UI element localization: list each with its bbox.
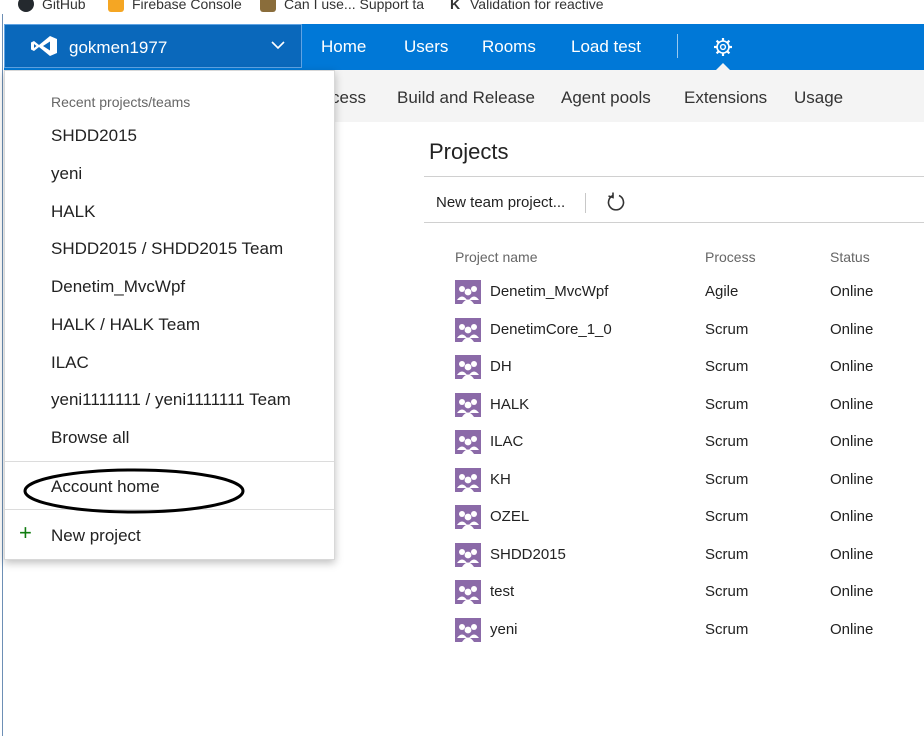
team-project-icon [455,580,481,604]
recent-item[interactable]: HALK / HALK Team [51,315,200,335]
project-process: Scrum [705,621,749,638]
visual-studio-icon [31,36,57,56]
subnav-build-and-release[interactable]: Build and Release [397,88,535,108]
refresh-icon[interactable] [605,191,627,213]
bookmark-label: Can I use... Support ta [284,0,425,12]
nav-home[interactable]: Home [321,37,366,57]
project-status: Online [830,621,874,638]
project-status: Online [830,396,874,413]
recent-item[interactable]: ILAC [51,353,89,373]
divider [424,222,924,223]
bookmark-github[interactable]: GitHub [18,0,86,14]
project-name-link[interactable]: KH [490,471,511,488]
page-title: Projects [429,139,509,164]
bookmark-label: Validation for reactive [470,0,604,12]
project-name-link[interactable]: ILAC [490,433,523,450]
project-process: Scrum [705,321,749,338]
project-process: Agile [705,283,739,300]
bookmarks-bar: GitHub Firebase Console Can I use... Sup… [0,0,924,14]
table-row[interactable]: yeni Scrum Online [0,618,924,655]
project-status: Online [830,471,874,488]
recent-item[interactable]: SHDD2015 [51,126,137,146]
caniuse-icon [260,0,276,12]
project-process: Scrum [705,396,749,413]
project-status: Online [830,283,874,300]
recent-item[interactable]: Denetim_MvcWpf [51,277,185,297]
nav-separator [677,34,678,58]
account-home-link[interactable]: Account home [51,477,160,497]
new-project-button[interactable]: New project [51,526,141,546]
account-name: gokmen1977 [69,38,168,57]
project-process: Scrum [705,546,749,563]
menu-separator [5,509,334,510]
nav-rooms[interactable]: Rooms [482,37,536,57]
project-status: Online [830,583,874,600]
project-status: Online [830,358,874,375]
subnav-process[interactable]: cess [331,88,366,108]
team-project-icon [455,430,481,454]
project-name-link[interactable]: DenetimCore_1_0 [490,321,612,338]
project-process: Scrum [705,358,749,375]
team-project-icon [455,355,481,379]
recent-item[interactable]: SHDD2015 / SHDD2015 Team [51,239,283,259]
k-icon: K [450,0,461,12]
firebase-icon [108,0,124,12]
team-project-icon [455,280,481,304]
project-name-link[interactable]: SHDD2015 [490,546,566,563]
subnav-agent-pools[interactable]: Agent pools [561,88,651,108]
team-project-icon [455,543,481,567]
bookmark-label: Firebase Console [132,0,242,12]
project-name-link[interactable]: HALK [490,396,529,413]
menu-separator [5,461,334,462]
team-project-icon [455,505,481,529]
project-status: Online [830,321,874,338]
subnav-extensions[interactable]: Extensions [684,88,767,108]
recent-projects-heading: Recent projects/teams [51,94,191,110]
github-icon [18,0,34,12]
project-name-link[interactable]: Denetim_MvcWpf [490,283,608,300]
table-row[interactable]: test Scrum Online [0,580,924,617]
project-name-link[interactable]: test [490,583,514,600]
toolbar-separator [585,193,586,213]
team-project-icon [455,318,481,342]
recent-item[interactable]: yeni1111111 / yeni1111111 Team [51,390,291,410]
nav-load-test[interactable]: Load test [571,37,641,57]
project-name-link[interactable]: DH [490,358,512,375]
account-dropdown-menu: Recent projects/teams SHDD2015 yeni HALK… [4,70,335,560]
project-name-link[interactable]: OZEL [490,508,529,525]
column-header-project-name[interactable]: Project name [455,249,537,265]
column-header-status[interactable]: Status [830,249,870,265]
account-switcher[interactable]: gokmen1977 [4,24,302,68]
project-status: Online [830,508,874,525]
chevron-down-icon [271,41,285,50]
recent-item[interactable]: HALK [51,202,95,222]
nav-users[interactable]: Users [404,37,448,57]
team-project-icon [455,618,481,642]
project-status: Online [830,546,874,563]
project-process: Scrum [705,583,749,600]
project-process: Scrum [705,471,749,488]
project-process: Scrum [705,508,749,525]
recent-item[interactable]: yeni [51,164,82,184]
column-header-process[interactable]: Process [705,249,756,265]
bookmark-firebase[interactable]: Firebase Console [108,0,242,14]
bookmark-label: GitHub [42,0,86,12]
project-process: Scrum [705,433,749,450]
new-team-project-button[interactable]: New team project... [436,194,565,211]
divider [424,176,924,177]
bookmark-caniuse[interactable]: Can I use... Support ta [260,0,424,14]
team-project-icon [455,468,481,492]
browse-all-link[interactable]: Browse all [51,428,129,448]
plus-icon: + [19,520,32,545]
project-status: Online [830,433,874,450]
project-name-link[interactable]: yeni [490,621,518,638]
gear-icon[interactable] [713,37,733,57]
team-project-icon [455,393,481,417]
bookmark-validation[interactable]: K Validation for reactive [450,0,604,14]
active-indicator [716,63,730,70]
subnav-usage[interactable]: Usage [794,88,843,108]
